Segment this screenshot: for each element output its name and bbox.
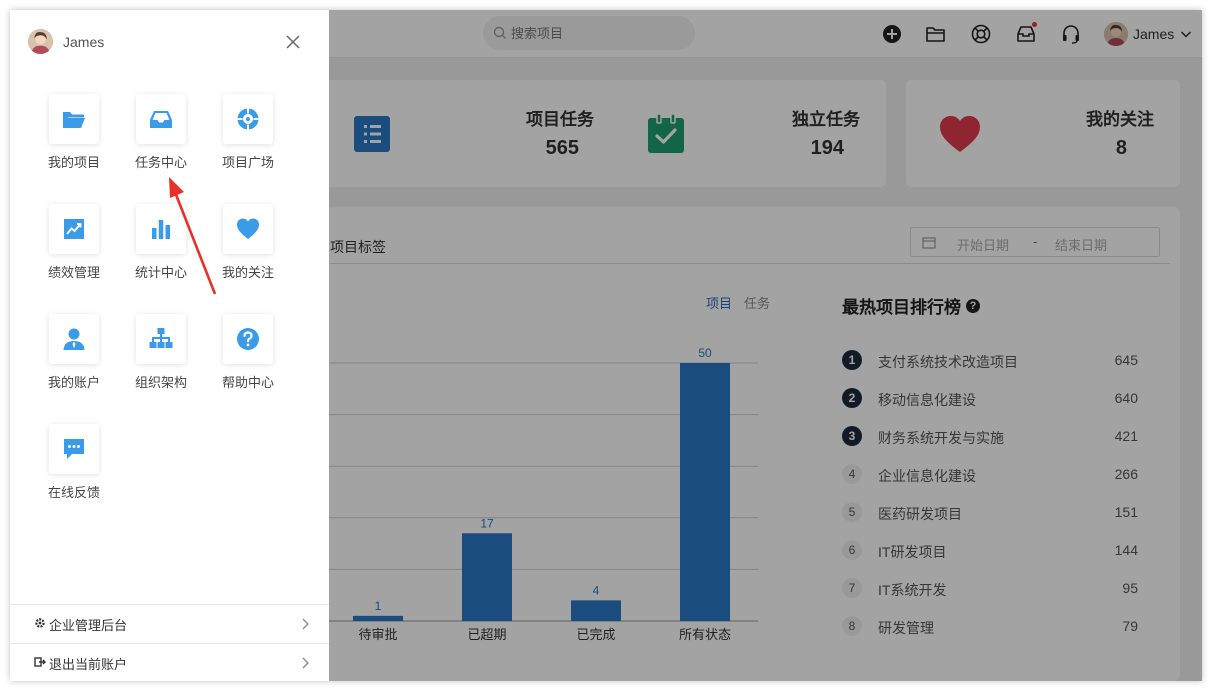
app-label: 项目广场 [221, 155, 274, 170]
logout-icon [34, 657, 46, 667]
app-trend-chart[interactable]: 绩效管理 [38, 204, 110, 284]
org-chart-icon [149, 328, 173, 348]
logout-link[interactable]: 退出当前账户 [10, 643, 329, 681]
close-icon[interactable] [285, 34, 301, 50]
user-icon [63, 328, 85, 350]
gear-icon [35, 618, 45, 628]
heart-icon [237, 218, 259, 239]
app-tile[interactable] [223, 204, 273, 254]
app-inbox[interactable]: 任务中心 [125, 94, 197, 174]
app-heart[interactable]: 我的关注 [212, 204, 284, 284]
chevron-right-icon [302, 657, 309, 669]
app-org-chart[interactable]: 组织架构 [125, 314, 197, 394]
app-chat[interactable]: 在线反馈 [38, 424, 110, 504]
app-tile[interactable] [136, 314, 186, 364]
app-label: 任务中心 [134, 155, 187, 170]
app-tile[interactable] [136, 94, 186, 144]
admin-console-link[interactable]: 企业管理后台 [10, 604, 329, 642]
app-label: 帮助中心 [221, 375, 274, 390]
app-label: 我的关注 [221, 265, 274, 280]
trend-chart-icon [64, 219, 84, 239]
drawer-user-name: James [63, 33, 105, 50]
app-tile[interactable] [49, 94, 99, 144]
admin-console-label: 企业管理后台 [49, 618, 128, 633]
help-circle-icon [237, 328, 259, 350]
app-window: James 项目任务 565 独立任务 194 我的关注 8 项目标签 [10, 10, 1202, 681]
logout-label: 退出当前账户 [49, 657, 128, 672]
inbox-icon [150, 111, 172, 128]
app-compass[interactable]: 项目广场 [212, 94, 284, 174]
compass-icon [237, 108, 259, 130]
chat-icon [64, 439, 84, 459]
app-label: 我的项目 [47, 155, 100, 170]
app-label: 我的账户 [47, 375, 100, 390]
app-help-circle[interactable]: 帮助中心 [212, 314, 284, 394]
drawer-header: James [28, 29, 104, 54]
app-user[interactable]: 我的账户 [38, 314, 110, 394]
app-folder-open[interactable]: 我的项目 [38, 94, 110, 174]
annotation-arrow [169, 177, 217, 295]
app-tile[interactable] [49, 204, 99, 254]
app-tile[interactable] [49, 424, 99, 474]
app-label: 组织架构 [134, 375, 187, 390]
app-tile[interactable] [49, 314, 99, 364]
app-drawer: James 我的项目 任务中心 项目广场 绩效管理 统计中心 我的关注 我的账户 组织架构 帮助… [10, 10, 329, 681]
app-label: 绩效管理 [47, 265, 100, 280]
folder-open-icon [63, 112, 85, 128]
avatar [28, 29, 53, 54]
app-tile[interactable] [223, 94, 273, 144]
app-tile[interactable] [223, 314, 273, 364]
app-label: 在线反馈 [47, 485, 100, 500]
chevron-right-icon [302, 618, 309, 630]
